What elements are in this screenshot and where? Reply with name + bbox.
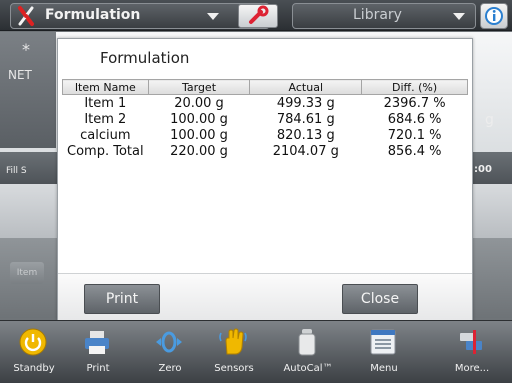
toolbar-label: Standby (13, 363, 55, 374)
diff-cell: 856.4 % (387, 143, 442, 159)
more-button[interactable]: More... (440, 321, 504, 383)
info-icon (485, 7, 503, 25)
dialog-title: Formulation (100, 49, 190, 67)
info-button[interactable] (480, 3, 508, 29)
column-header-diff: Diff. (%) (361, 79, 468, 95)
target-cell: 100.00 g (170, 111, 228, 127)
fill-status-label: Fill S (6, 166, 27, 176)
zero-icon (156, 331, 182, 353)
power-icon (19, 328, 47, 356)
sensors-button[interactable]: Sensors (202, 321, 266, 383)
zero-button[interactable]: Zero (138, 321, 202, 383)
bottom-toolbar: Standby Print Zero Sensors AutoCal™ Menu… (0, 320, 512, 383)
formulation-table: Item Name Target Actual Diff. (%) Item 1… (62, 79, 468, 159)
actual-cell: 784.61 g (276, 111, 335, 127)
autocal-button[interactable]: AutoCal™ (276, 321, 340, 383)
item-button[interactable]: Item (10, 262, 44, 284)
library-title: Library (353, 7, 402, 23)
table-row: Item 2 100.00 g 784.61 g 684.6 % (63, 111, 468, 127)
library-selector[interactable]: Library (292, 3, 476, 29)
toolbar-label: Menu (370, 363, 398, 374)
column-header-target: Target (147, 79, 251, 95)
chevron-down-icon (207, 13, 219, 20)
column-header-item-name: Item Name (62, 79, 149, 95)
print-button[interactable]: Print (84, 284, 160, 314)
column-header-actual: Actual (249, 79, 363, 95)
top-bar: Formulation Library (0, 0, 512, 31)
item-name-cell: Comp. Total (67, 143, 144, 159)
settings-wrench-button[interactable] (238, 4, 278, 28)
printer-icon (85, 331, 109, 354)
table-header-row: Item Name Target Actual Diff. (%) (62, 79, 468, 95)
wrench-icon (249, 5, 269, 24)
dialog-footer: Print Close (58, 273, 472, 322)
actual-cell: 2104.07 g (272, 143, 339, 159)
target-cell: 20.00 g (174, 95, 224, 111)
item-name-cell: Item 2 (84, 111, 127, 127)
diff-cell: 720.1 % (387, 127, 442, 143)
table-row: Item 1 20.00 g 499.33 g 2396.7 % (63, 95, 468, 112)
close-button[interactable]: Close (342, 284, 418, 314)
standby-button[interactable]: Standby (2, 321, 66, 383)
toolbar-label: More... (454, 363, 490, 374)
toolbar-label: Print (86, 363, 110, 374)
hand-sensor-icon (219, 328, 247, 355)
diff-cell: 684.6 % (387, 111, 442, 127)
item-name-cell: Item 1 (84, 95, 127, 111)
print-toolbar-button[interactable]: Print (66, 321, 130, 383)
unit-label: g (485, 112, 494, 128)
formulation-app-icon (18, 6, 34, 26)
target-cell: 220.00 g (170, 143, 228, 159)
toolbar-label: Sensors (214, 363, 254, 374)
target-cell: 100.00 g (170, 127, 228, 143)
actual-cell: 499.33 g (276, 95, 335, 111)
formulation-dialog: Formulation Item Name Target Actual Diff… (57, 38, 473, 322)
table-row: calcium 100.00 g 820.13 g 720.1 % (63, 127, 468, 143)
app-title: Formulation (45, 7, 141, 23)
toolbar-label: Zero (158, 363, 182, 374)
autocal-weight-icon (298, 329, 316, 356)
application-selector[interactable]: Formulation (10, 3, 270, 29)
item-name-cell: calcium (80, 127, 131, 143)
value-fragment: :00 (474, 164, 492, 175)
diff-cell: 2396.7 % (383, 95, 446, 111)
toolbar-label: AutoCal™ (283, 363, 333, 374)
menu-list-icon (370, 329, 396, 355)
chevron-down-icon (453, 13, 465, 20)
menu-button[interactable]: Menu (352, 321, 416, 383)
actual-cell: 820.13 g (276, 127, 335, 143)
table-row: Comp. Total 220.00 g 2104.07 g 856.4 % (63, 143, 468, 159)
stability-star: * (22, 40, 30, 59)
net-indicator: NET (8, 68, 32, 82)
more-icon (460, 330, 482, 354)
